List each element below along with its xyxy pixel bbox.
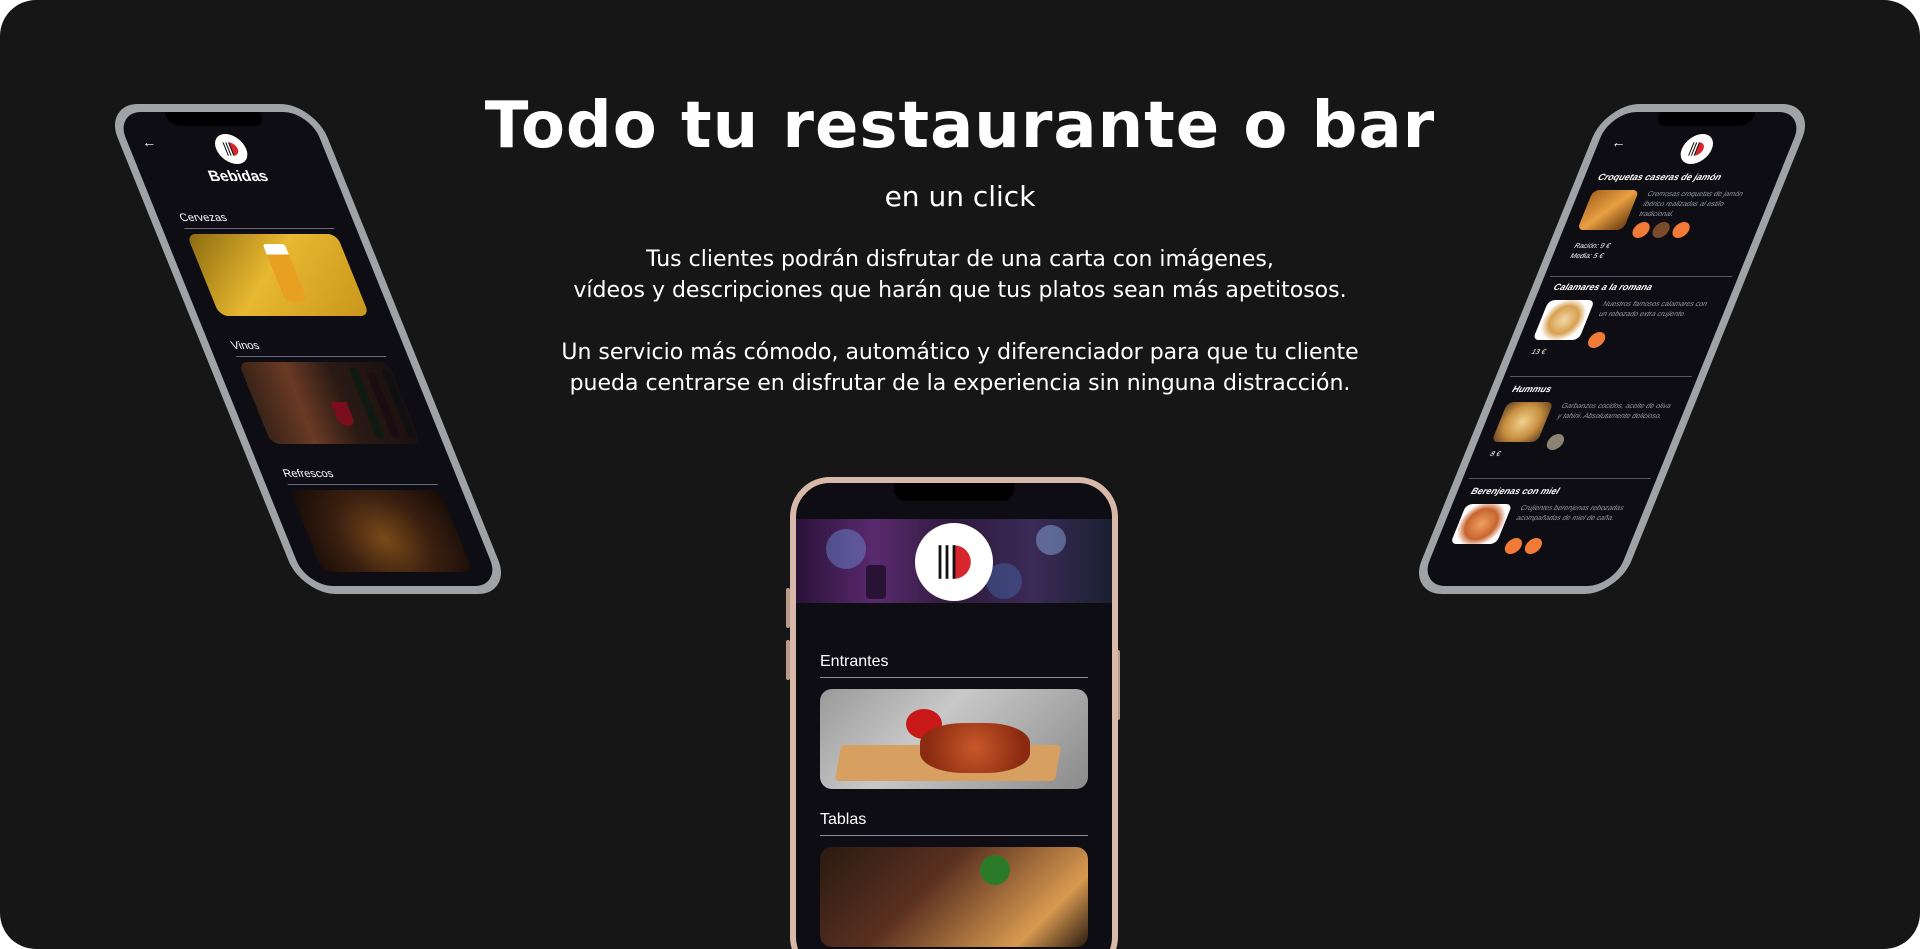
croquetas-image (1577, 190, 1640, 230)
center-phone-mockup: Entrantes Tablas (790, 477, 1118, 949)
item-title: Hummus (1510, 384, 1554, 394)
section-divider (235, 356, 387, 357)
left-phone-screen: ← Bebidas Cervezas Vinos Refrescos (115, 112, 501, 586)
restaurant-logo-icon (1675, 134, 1718, 164)
hero-paragraph-1: Tus clientes podrán disfrutar de una car… (470, 244, 1450, 306)
section-divider (820, 677, 1088, 678)
item-description: Crujientes berenjenas rebozadas acompaña… (1515, 505, 1625, 522)
wine-glass-shape (330, 402, 357, 426)
section-divider (820, 835, 1088, 836)
beer-image[interactable] (186, 234, 370, 316)
basil-shape (980, 855, 1010, 885)
right-phone-screen: ← Croquetas caseras de jamón Cremosas cr… (1419, 112, 1805, 586)
item-description: Cremosas croquetas de jamón ibérico real… (1637, 191, 1745, 218)
phone-notch (164, 112, 266, 126)
egg-allergen-icon (1649, 222, 1673, 238)
hummus-image (1491, 402, 1554, 442)
hero-paragraph-2-line-2: pueda centrarse en disfrutar de la exper… (569, 371, 1351, 396)
section-label-vinos[interactable]: Vinos (229, 340, 261, 352)
berenjenas-image (1450, 504, 1513, 544)
soda-image[interactable] (289, 490, 474, 572)
meat-board-image[interactable] (820, 847, 1088, 947)
calamares-image (1532, 300, 1595, 340)
hero-paragraph-2: Un servicio más cómodo, automático y dif… (470, 337, 1450, 399)
hero-paragraph-1-line-1: Tus clientes podrán disfrutar de una car… (646, 247, 1274, 272)
screen-title: Bebidas (205, 168, 271, 185)
restaurant-logo-icon (915, 523, 993, 601)
milk-allergen-icon (1522, 538, 1545, 554)
wings-shape (920, 723, 1030, 773)
wine-image[interactable] (238, 362, 422, 444)
item-title: Berenjenas con miel (1469, 486, 1562, 496)
item-divider (1509, 376, 1693, 377)
item-price: 8 € (1488, 451, 1502, 458)
item-description: Garbanzos cocidos, aceite de oliva y tah… (1556, 403, 1672, 420)
item-description: Nuestros famosos calamares con un reboza… (1597, 301, 1709, 318)
hero-paragraph-1-line-2: vídeos y descripciones que harán que tus… (573, 278, 1347, 303)
item-title: Croquetas caseras de jamón (1596, 172, 1724, 182)
item-price: Ración: 9 € (1573, 243, 1612, 250)
section-label-refrescos[interactable]: Refrescos (281, 468, 335, 480)
phone-notch (1654, 112, 1756, 126)
center-phone-screen: Entrantes Tablas (796, 483, 1112, 949)
left-phone-mockup: ← Bebidas Cervezas Vinos Refrescos (104, 104, 512, 594)
hero-section: Todo tu restaurante o bar en un click Tu… (470, 86, 1450, 399)
hero-subtitle: en un click (884, 180, 1036, 213)
menu-item-hummus[interactable]: Hummus Garbanzos cocidos, aceite de oliv… (1479, 384, 1681, 474)
item-divider (1468, 478, 1651, 479)
item-divider (1550, 276, 1733, 277)
hero-title: Todo tu restaurante o bar (484, 89, 1436, 163)
section-label-entrantes[interactable]: Entrantes (820, 653, 888, 671)
gluten-allergen-icon (1502, 538, 1525, 554)
phone-notch (894, 483, 1014, 501)
item-title: Calamares a la romana (1552, 282, 1655, 292)
menu-item-berenjenas[interactable]: Berenjenas con miel Crujientes berenjena… (1437, 486, 1639, 576)
section-divider (184, 228, 335, 229)
gluten-allergen-icon (1629, 222, 1653, 238)
arrow-left-icon[interactable]: ← (1609, 134, 1629, 150)
milk-allergen-icon (1669, 222, 1693, 238)
section-label-cervezas[interactable]: Cervezas (178, 212, 229, 224)
menu-item-calamares[interactable]: Calamares a la romana Nuestros famosos c… (1520, 282, 1722, 372)
sesame-allergen-icon (1544, 434, 1567, 450)
right-phone-mockup: ← Croquetas caseras de jamón Cremosas cr… (1408, 104, 1816, 594)
section-divider (287, 484, 438, 485)
gluten-allergen-icon (1585, 332, 1608, 348)
section-label-tablas[interactable]: Tablas (820, 811, 866, 829)
restaurant-logo-icon (210, 134, 253, 164)
chicken-wings-image[interactable] (820, 689, 1088, 789)
item-price: 13 € (1530, 349, 1547, 356)
menu-item-croquetas[interactable]: Croquetas caseras de jamón Cremosas croq… (1560, 172, 1766, 272)
item-price: Media: 5 € (1568, 253, 1605, 260)
beer-glass-shape (262, 244, 308, 302)
arrow-left-icon[interactable]: ← (138, 134, 158, 150)
promo-stage: Todo tu restaurante o bar en un click Tu… (0, 0, 1920, 949)
hero-paragraph-2-line-1: Un servicio más cómodo, automático y dif… (561, 340, 1359, 365)
